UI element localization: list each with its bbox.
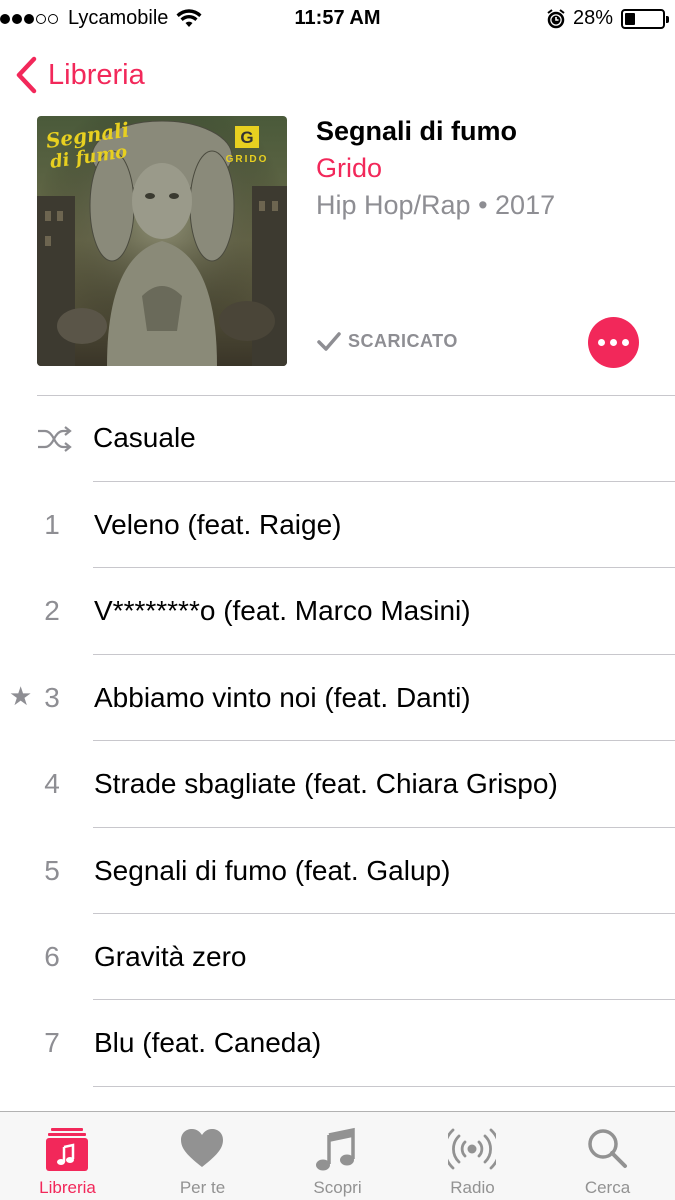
downloaded-label: SCARICATO	[348, 330, 458, 351]
status-bar: Lycamobile 11:57 AM 28%	[0, 0, 675, 40]
radio-icon	[448, 1128, 496, 1170]
album-artwork[interactable]: Segnali di fumo G GRIDO	[37, 116, 287, 366]
track-number: 4	[44, 768, 60, 800]
track-title: Abbiamo vinto noi (feat. Danti)	[94, 681, 471, 713]
shuffle-label: Casuale	[93, 422, 196, 453]
track-number: 1	[44, 509, 60, 540]
tab-libreria[interactable]: Libreria	[0, 1112, 135, 1200]
track-title: Veleno (feat. Raige)	[94, 509, 342, 540]
track-number: 3	[44, 681, 60, 713]
shuffle-icon	[38, 426, 72, 452]
tab-scopri[interactable]: Scopri	[270, 1112, 405, 1200]
status-right: 28%	[547, 7, 669, 30]
alarm-icon	[547, 8, 565, 28]
track-row[interactable]: 6 Gravità zero	[0, 914, 675, 1001]
track-row[interactable]: 7 Blu (feat. Caneda)	[0, 1000, 675, 1087]
tab-cerca[interactable]: Cerca	[540, 1112, 675, 1200]
shuffle-button[interactable]: Casuale	[0, 396, 675, 482]
tab-label: Libreria	[39, 1178, 96, 1197]
track-number: 5	[44, 854, 60, 886]
battery-icon	[621, 8, 669, 29]
track-list: 1 Veleno (feat. Raige) 2 V********o (fea…	[0, 482, 675, 1087]
track-number: 7	[44, 1027, 60, 1059]
back-button[interactable]: Libreria	[14, 56, 145, 94]
tab-bar: Libreria Per te Scopri Radio Cerca	[0, 1111, 675, 1200]
svg-text:GRIDO: GRIDO	[226, 154, 269, 165]
track-row[interactable]: ★ 3 Abbiamo vinto noi (feat. Danti)	[0, 655, 675, 742]
svg-text:G: G	[240, 128, 253, 147]
ellipsis-icon	[598, 339, 605, 346]
album-artist-link[interactable]: Grido	[316, 153, 382, 184]
more-options-button[interactable]	[588, 317, 639, 368]
tab-label: Cerca	[584, 1178, 631, 1197]
music-note-icon	[316, 1127, 355, 1171]
album-title: Segnali di fumo	[316, 116, 518, 146]
track-title: Strade sbagliate (feat. Chiara Grispo)	[94, 768, 558, 800]
search-icon	[588, 1129, 627, 1168]
tab-radio[interactable]: Radio	[405, 1112, 540, 1200]
downloaded-status: SCARICATO	[316, 330, 458, 352]
track-number: 6	[44, 940, 60, 972]
track-title: Gravità zero	[94, 940, 247, 972]
battery-percentage: 28%	[572, 7, 613, 29]
tab-label: Radio	[450, 1178, 495, 1197]
tab-label: Per te	[179, 1178, 226, 1197]
heart-icon	[181, 1129, 223, 1167]
chevron-left-icon	[16, 56, 37, 94]
album-genre-year: Hip Hop/Rap • 2017	[316, 190, 556, 220]
tab-per-te[interactable]: Per te	[135, 1112, 270, 1200]
track-row[interactable]: 4 Strade sbagliate (feat. Chiara Grispo)	[0, 741, 675, 828]
checkmark-icon	[317, 332, 341, 351]
track-row[interactable]: 2 V********o (feat. Marco Masini)	[0, 568, 675, 655]
track-number: 2	[44, 595, 60, 627]
track-title: Blu (feat. Caneda)	[94, 1027, 322, 1059]
library-icon	[46, 1128, 88, 1171]
star-icon: ★	[9, 680, 33, 711]
track-title: Segnali di fumo (feat. Galup)	[94, 854, 451, 886]
track-title: V********o (feat. Marco Masini)	[94, 595, 471, 627]
tab-label: Scopri	[313, 1178, 362, 1197]
track-row[interactable]: 5 Segnali di fumo (feat. Galup)	[0, 828, 675, 914]
row-separator	[93, 1085, 675, 1087]
back-label: Libreria	[48, 58, 145, 91]
track-row[interactable]: 1 Veleno (feat. Raige)	[0, 482, 675, 569]
